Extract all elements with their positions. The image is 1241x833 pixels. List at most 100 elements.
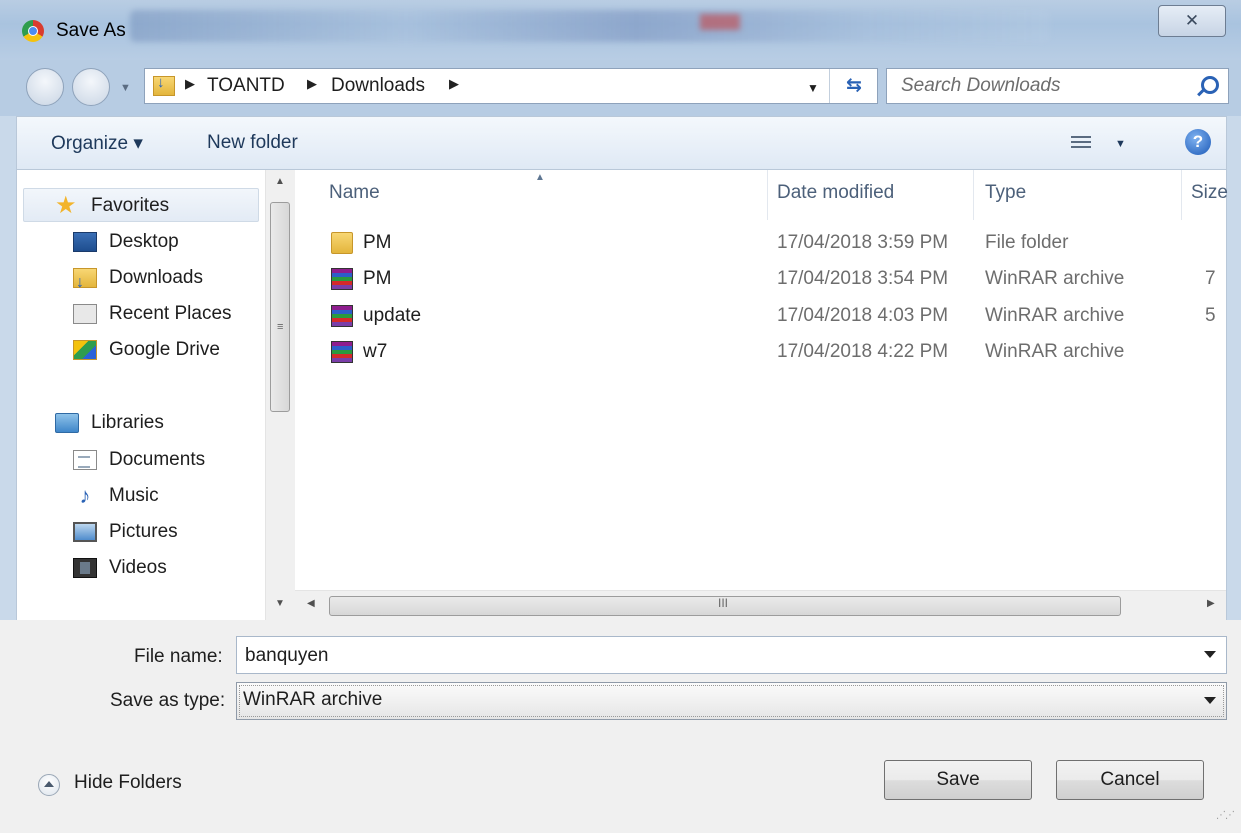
refresh-icon[interactable]: ⇆ (829, 69, 878, 103)
column-header-date-modified[interactable]: Date modified (777, 182, 894, 204)
save-as-type-select[interactable]: WinRAR archive (236, 682, 1227, 720)
scroll-left-arrow-icon[interactable]: ◀ (307, 598, 315, 609)
nav-item-label: Desktop (109, 231, 179, 252)
navigation-bar: ▼ ▶ TOANTD ▶ Downloads ▶ ▼ ⇆ Search Down… (0, 60, 1241, 116)
view-options-dropdown-icon[interactable]: ▼ (1115, 138, 1126, 150)
videos-icon (73, 558, 97, 578)
save-as-type-value: WinRAR archive (243, 689, 383, 710)
hide-folders-label: Hide Folders (74, 772, 182, 793)
breadcrumb-downloads[interactable]: Downloads (331, 75, 425, 97)
column-divider[interactable] (767, 170, 768, 220)
column-header-type[interactable]: Type (985, 182, 1026, 204)
title-bar[interactable]: Save As ✕ (0, 0, 1241, 60)
save-as-dialog: Save As ✕ ▼ ▶ TOANTD ▶ Downloads ▶ ▼ ⇆ S… (0, 0, 1241, 833)
change-view-icon[interactable] (1071, 133, 1091, 151)
window-title: Save As (56, 20, 126, 41)
nav-item-label: Downloads (109, 267, 203, 288)
file-type: File folder (985, 232, 1069, 253)
file-type: WinRAR archive (985, 341, 1125, 362)
google-drive-icon (73, 340, 97, 360)
chevron-up-icon (38, 774, 60, 796)
focus-outline (239, 685, 1224, 717)
file-date: 17/04/2018 3:59 PM (777, 232, 949, 253)
breadcrumb-chevron-icon[interactable]: ▶ (185, 76, 195, 92)
file-list-scroll-thumb[interactable]: III (329, 596, 1121, 616)
file-name: w7 (363, 341, 388, 362)
nav-favorites-label: Favorites (91, 195, 170, 216)
folder-icon (331, 232, 353, 254)
file-name-label: File name: (134, 646, 223, 667)
cancel-button[interactable]: Cancel (1056, 760, 1204, 800)
documents-icon (73, 450, 97, 470)
file-row[interactable]: w7 17/04/2018 4:22 PM WinRAR archive (295, 336, 1226, 370)
libraries-icon (55, 413, 79, 433)
breadcrumb-chevron-icon[interactable]: ▶ (449, 76, 459, 92)
nav-item-label: Videos (109, 557, 167, 578)
file-date: 17/04/2018 4:03 PM (777, 305, 949, 326)
music-icon: ♪ (79, 483, 91, 508)
file-list-pane: ▲ Name Date modified Type Size PM 17/04/… (295, 170, 1228, 620)
scroll-right-arrow-icon[interactable]: ▶ (1207, 598, 1215, 609)
file-row[interactable]: PM 17/04/2018 3:54 PM WinRAR archive 7 (295, 263, 1226, 297)
file-size: 7 (1205, 268, 1216, 289)
file-list-horizontal-scrollbar[interactable]: ◀ III ▶ (295, 590, 1226, 620)
command-toolbar: Organize ▾ New folder ▼ ? (16, 116, 1227, 170)
save-as-type-label: Save as type: (110, 690, 226, 711)
downloads-folder-icon (153, 74, 175, 96)
address-bar[interactable]: ▶ TOANTD ▶ Downloads ▶ ▼ ⇆ (144, 68, 878, 104)
nav-item-label: Google Drive (109, 339, 220, 360)
nav-item-label: Music (109, 485, 159, 506)
resize-grip-icon[interactable]: ⋰⋰ (1216, 810, 1235, 821)
chrome-app-icon (22, 20, 44, 42)
chevron-down-icon[interactable] (1204, 697, 1216, 704)
file-row[interactable]: update 17/04/2018 4:03 PM WinRAR archive… (295, 300, 1226, 334)
close-icon: ✕ (1184, 11, 1200, 30)
file-name: update (363, 305, 422, 326)
nav-pane-scroll-thumb[interactable]: ≡ (270, 202, 290, 412)
sort-ascending-icon: ▲ (535, 172, 545, 183)
back-button[interactable] (26, 68, 64, 106)
forward-button[interactable] (72, 68, 110, 106)
breadcrumb-toantd[interactable]: TOANTD (207, 75, 285, 97)
save-button[interactable]: Save (884, 760, 1032, 800)
new-folder-button[interactable]: New folder (207, 132, 298, 154)
file-row[interactable]: PM 17/04/2018 3:59 PM File folder (295, 227, 1226, 261)
file-type: WinRAR archive (985, 268, 1125, 289)
save-options-panel: File name: banquyen Save as type: WinRAR… (0, 620, 1241, 833)
background-tabs-blur (130, 10, 1050, 42)
scroll-up-arrow-icon[interactable]: ▲ (275, 176, 285, 187)
recent-locations-dropdown-icon[interactable]: ▼ (120, 82, 131, 94)
column-divider[interactable] (973, 170, 974, 220)
scroll-grip-icon: III (718, 596, 729, 610)
organize-menu[interactable]: Organize ▾ (51, 132, 143, 155)
help-icon[interactable]: ? (1185, 129, 1211, 155)
winrar-archive-icon (331, 305, 353, 327)
winrar-archive-icon (331, 268, 353, 290)
file-name-input[interactable]: banquyen (245, 645, 328, 667)
address-history-dropdown-icon[interactable]: ▼ (807, 81, 819, 95)
column-header-name[interactable]: Name (329, 182, 380, 204)
breadcrumb-chevron-icon[interactable]: ▶ (307, 76, 317, 92)
recent-places-icon (73, 304, 97, 324)
nav-item-label: Documents (109, 449, 206, 470)
file-date: 17/04/2018 3:54 PM (777, 268, 949, 289)
nav-pane-vertical-scrollbar[interactable]: ▲ ≡ ▼ (265, 170, 295, 620)
file-name: PM (363, 268, 392, 289)
nav-item-label: Pictures (109, 521, 178, 542)
nav-libraries-label: Libraries (91, 412, 164, 433)
search-icon[interactable] (1201, 76, 1219, 94)
search-input[interactable]: Search Downloads (901, 75, 1060, 97)
file-size: 5 (1205, 305, 1216, 326)
browser-body: ★ Favorites Desktop Downloads Recent Pla… (16, 170, 1228, 620)
file-date: 17/04/2018 4:22 PM (777, 341, 949, 362)
scroll-down-arrow-icon[interactable]: ▼ (275, 598, 285, 609)
search-box[interactable]: Search Downloads (886, 68, 1229, 104)
close-button[interactable]: ✕ (1158, 5, 1226, 37)
file-name: PM (363, 232, 392, 253)
file-name-field[interactable]: banquyen (236, 636, 1227, 674)
nav-item-label: Recent Places (109, 303, 232, 324)
navigation-pane: ★ Favorites Desktop Downloads Recent Pla… (17, 170, 295, 620)
chevron-down-icon[interactable] (1204, 651, 1216, 658)
column-divider[interactable] (1181, 170, 1182, 220)
column-header-size[interactable]: Size (1191, 182, 1228, 204)
